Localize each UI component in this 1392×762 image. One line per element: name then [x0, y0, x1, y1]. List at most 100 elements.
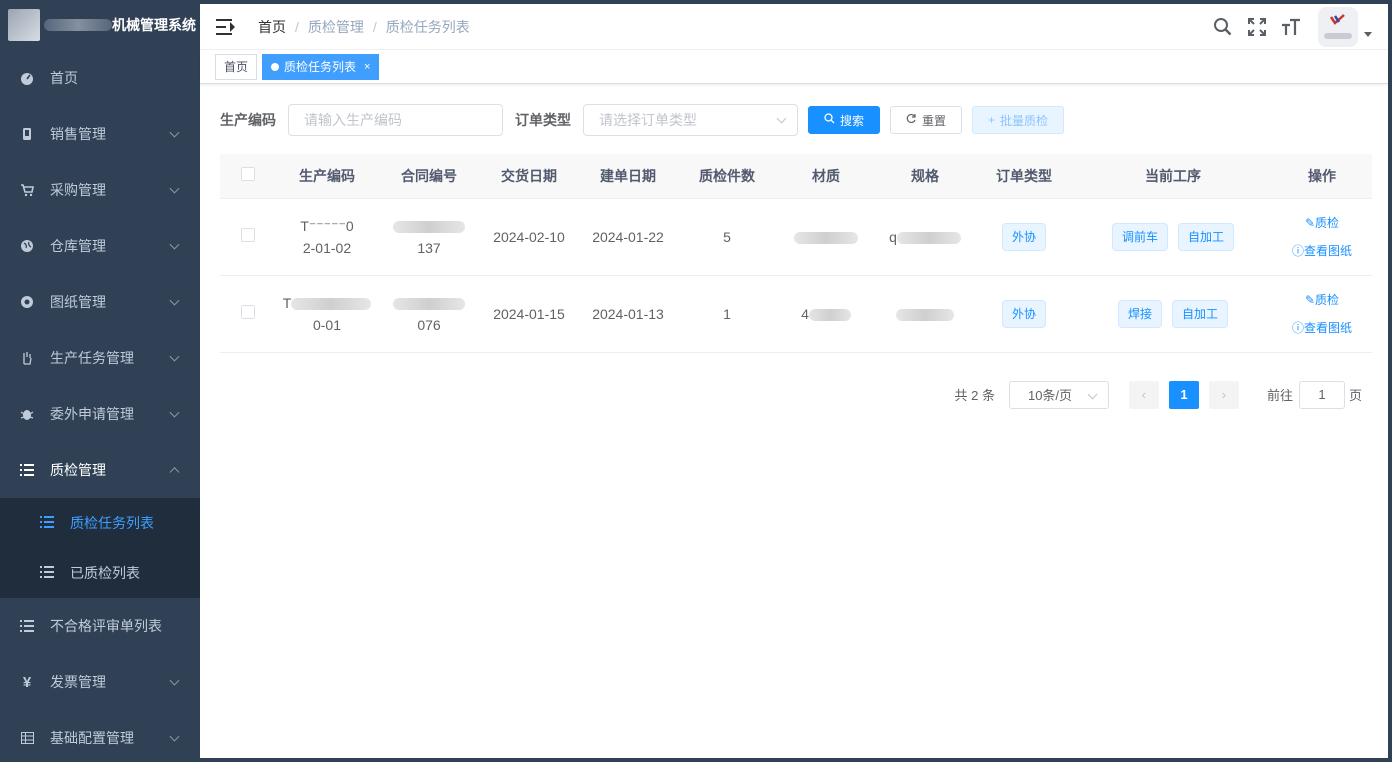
- breadcrumb: 首页 / 质检管理 / 质检任务列表: [258, 17, 470, 37]
- breadcrumb-separator: /: [295, 18, 299, 35]
- sidebar-item-sales[interactable]: 销售管理: [0, 106, 200, 162]
- page-size-select[interactable]: 10条/页: [1008, 380, 1109, 409]
- tag-label: 质检任务列表: [284, 59, 357, 74]
- contract-no-cell: 137: [378, 198, 480, 276]
- bug-icon: [20, 407, 34, 421]
- row-checkbox[interactable]: [241, 227, 255, 242]
- sidebar-item-purchase[interactable]: 采购管理: [0, 162, 200, 218]
- column-header: 建单日期: [578, 154, 678, 199]
- column-header: 合同编号: [378, 154, 480, 199]
- sidebar-item-label: 图纸管理: [50, 294, 106, 310]
- qc-action-link[interactable]: ✎质检: [1272, 209, 1372, 237]
- sidebar-item-warehouse[interactable]: 仓库管理: [0, 218, 200, 274]
- type-label: 订单类型: [515, 112, 571, 128]
- chevron-down-icon: [169, 407, 180, 418]
- contract-bottom: 076: [417, 316, 441, 333]
- fullscreen-icon[interactable]: [1246, 16, 1268, 38]
- qc-action-link[interactable]: ✎质检: [1272, 286, 1372, 314]
- qc-qty-cell: 5: [678, 198, 776, 276]
- content: 生产编码 请输入生产编码 订单类型 请选择订单类型 搜索 重置 + 批量质检 生…: [200, 84, 1388, 429]
- sidebar-item-drawings[interactable]: 图纸管理: [0, 274, 200, 330]
- search-button-label: 搜索: [840, 113, 865, 128]
- breadcrumb-home[interactable]: 首页: [258, 17, 286, 37]
- column-header: 规格: [876, 154, 974, 199]
- batch-qc-button-label: 批量质检: [1000, 113, 1049, 128]
- plus-icon: +: [988, 113, 996, 127]
- prev-page-button[interactable]: ‹: [1128, 380, 1159, 409]
- tag-active[interactable]: 质检任务列表 ×: [262, 53, 380, 80]
- sidebar-item-label: 基础配置管理: [50, 730, 134, 746]
- hand-icon: [20, 351, 34, 365]
- contract-bottom: 137: [417, 239, 441, 256]
- hamburger-icon[interactable]: [216, 18, 236, 35]
- page-suffix: 页: [1348, 388, 1362, 403]
- edit-icon: ✎: [1304, 292, 1316, 307]
- chevron-down-icon: [1087, 389, 1098, 399]
- spec-prefix: q: [889, 228, 897, 245]
- column-header: 操作: [1272, 154, 1372, 199]
- code-label: 生产编码: [220, 112, 276, 128]
- caret-down-icon[interactable]: [1364, 31, 1372, 37]
- batch-qc-button[interactable]: + 批量质检: [972, 106, 1065, 134]
- sidebar-item-label: 采购管理: [50, 182, 106, 198]
- row-checkbox[interactable]: [241, 304, 255, 319]
- qc-task-table: 生产编码 合同编号 交货日期 建单日期 质检件数 材质 规格 订单类型 当前工序…: [220, 154, 1372, 353]
- globe-icon: [20, 239, 34, 253]
- close-icon[interactable]: ×: [364, 55, 370, 79]
- next-page-button[interactable]: ›: [1208, 380, 1239, 409]
- contract-no-cell: 076: [378, 275, 480, 353]
- view-drawing-link[interactable]: ⓘ查看图纸: [1272, 237, 1372, 265]
- right-menu: [1212, 4, 1388, 50]
- pagination-total: 共 2 条: [954, 388, 995, 403]
- tag-home[interactable]: 首页: [215, 53, 258, 80]
- sidebar-item-quality[interactable]: 质检管理: [0, 442, 200, 498]
- sidebar-item-config[interactable]: 基础配置管理: [0, 710, 200, 762]
- column-header: 当前工序: [1074, 154, 1272, 199]
- avatar[interactable]: [1318, 7, 1358, 47]
- created-date-cell: 2024-01-13: [578, 275, 678, 353]
- sidebar-item-label: 仓库管理: [50, 238, 106, 254]
- page-number-button[interactable]: 1: [1168, 380, 1199, 409]
- sidebar-item-label: 发票管理: [50, 674, 106, 690]
- search-icon[interactable]: [1212, 16, 1234, 38]
- header-checkbox-cell[interactable]: [220, 154, 276, 199]
- code-input[interactable]: 请输入生产编码: [288, 104, 503, 136]
- sidebar-subitem-qc-done-list[interactable]: 已质检列表: [0, 548, 200, 598]
- sidebar-item-outsourcing[interactable]: 委外申请管理: [0, 386, 200, 442]
- sidebar-item-label: 生产任务管理: [50, 350, 134, 366]
- order-type-cell: 外协: [974, 275, 1074, 353]
- logo-redacted: [44, 19, 112, 31]
- redacted-text: [794, 231, 858, 244]
- table-row: T 0-01 076 2024-01-15 2024-01-13 1 4 外协 …: [220, 275, 1372, 353]
- redacted-text: [291, 297, 372, 310]
- sidebar-item-production[interactable]: 生产任务管理: [0, 330, 200, 386]
- yen-icon: ¥: [22, 673, 32, 691]
- list-icon: [40, 515, 54, 531]
- sidebar-subitem-qc-task-list[interactable]: 质检任务列表: [0, 498, 200, 548]
- code-top: T⁻⁻⁻⁻⁻0: [300, 217, 354, 234]
- order-type-cell: 外协: [974, 198, 1074, 276]
- font-size-icon[interactable]: [1280, 16, 1302, 38]
- type-select[interactable]: 请选择订单类型: [583, 104, 798, 136]
- search-button[interactable]: 搜索: [808, 106, 881, 134]
- select-all-checkbox[interactable]: [241, 167, 255, 182]
- grid-icon: [20, 731, 34, 745]
- goto-page-input[interactable]: 1: [1298, 380, 1345, 409]
- row-checkbox-cell[interactable]: [220, 198, 276, 276]
- sidebar-item-invoice[interactable]: ¥ 发票管理: [0, 654, 200, 710]
- logo[interactable]: 机械管理系统: [0, 0, 200, 50]
- chevron-down-icon: [169, 351, 180, 362]
- sidebar-item-nonconforming[interactable]: 不合格评审单列表: [0, 598, 200, 654]
- sidebar-item-home[interactable]: 首页: [0, 50, 200, 106]
- search-icon: [824, 113, 835, 127]
- view-drawing-link[interactable]: ⓘ查看图纸: [1272, 314, 1372, 342]
- current-process-cell: 焊接 自加工: [1074, 275, 1272, 353]
- row-checkbox-cell[interactable]: [220, 275, 276, 353]
- material-prefix: 4: [801, 305, 809, 322]
- reset-button[interactable]: 重置: [890, 106, 963, 134]
- current-process-cell: 调前车 自加工: [1074, 198, 1272, 276]
- material-cell: 4: [776, 275, 876, 353]
- qc-qty-cell: 1: [678, 275, 776, 353]
- pagination: 共 2 条 10条/页 ‹ 1 › 前往 1 页: [220, 380, 1368, 409]
- delivery-date-cell: 2024-02-10: [480, 198, 578, 276]
